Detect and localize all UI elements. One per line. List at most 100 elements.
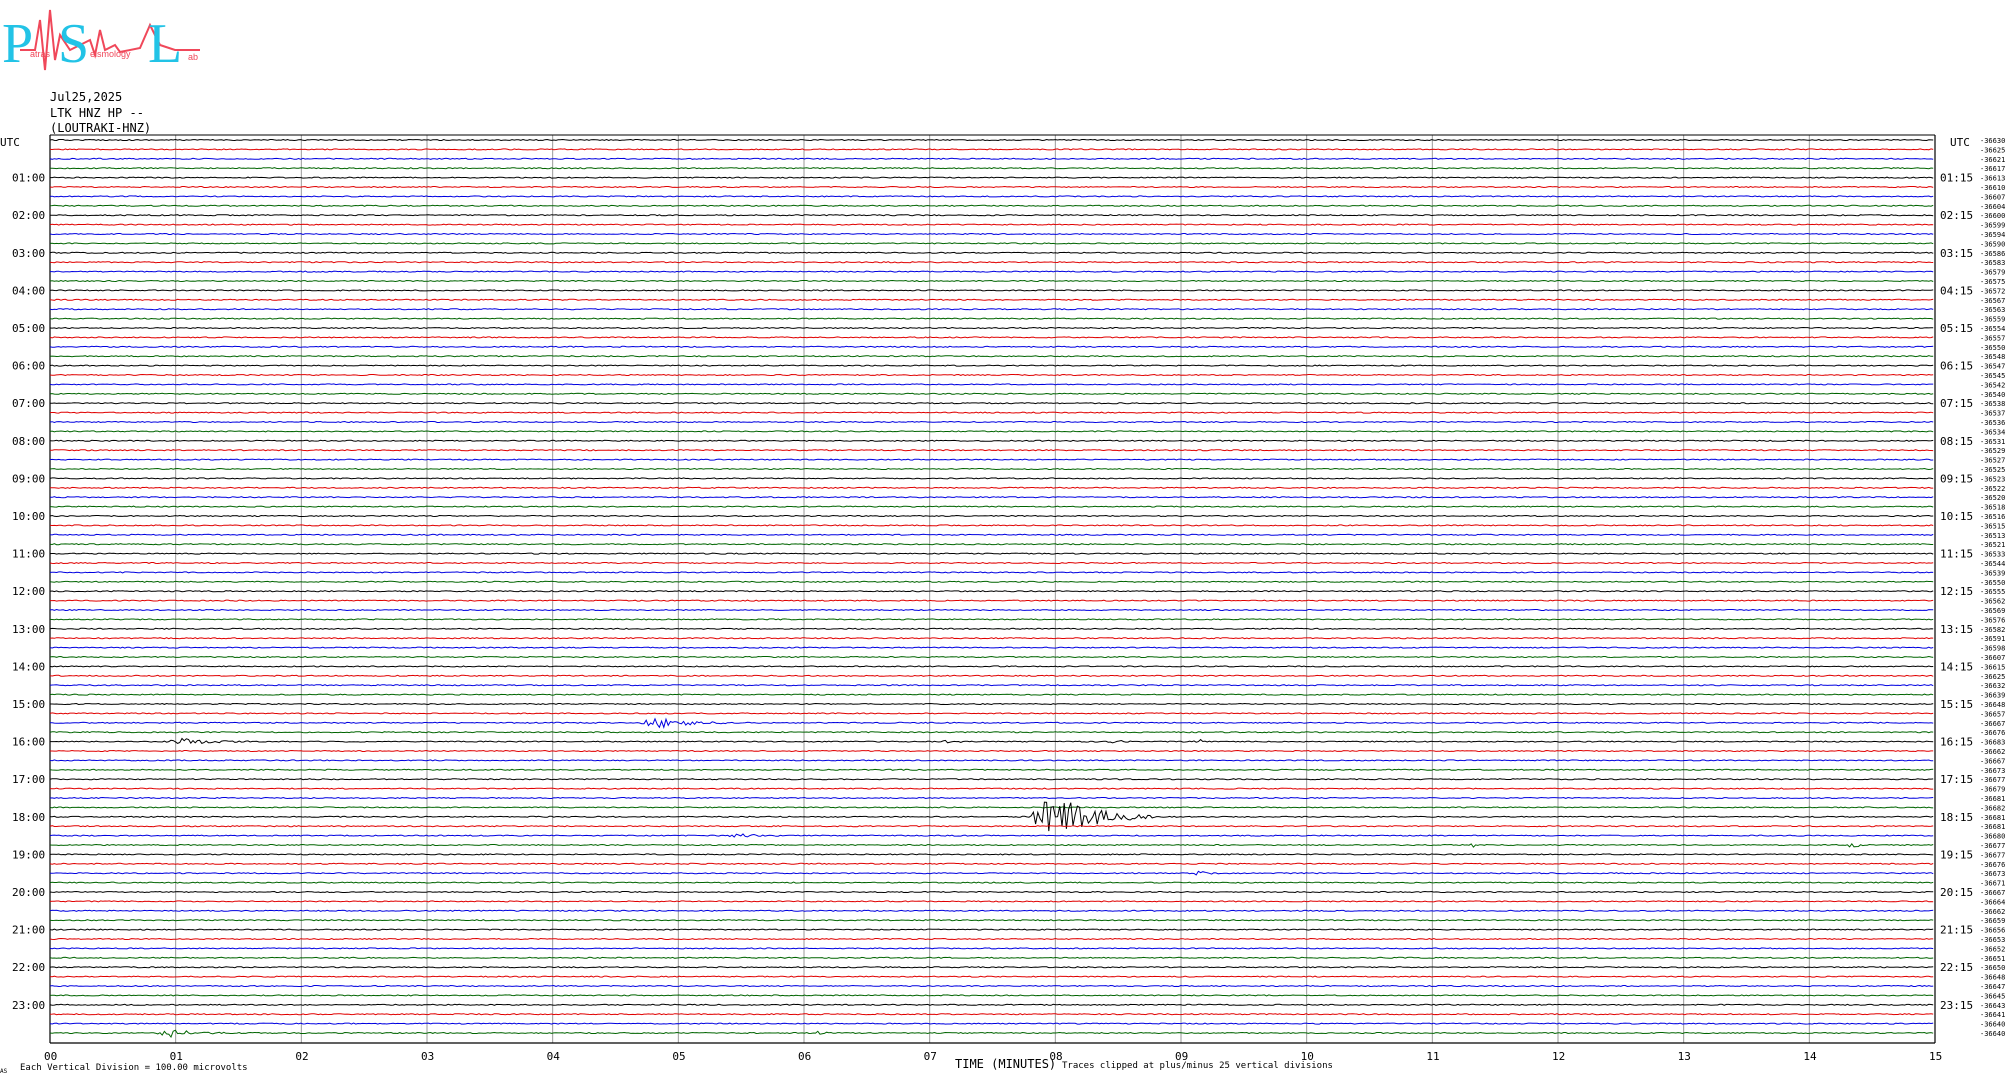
trace-65: [50, 749, 1934, 753]
trace-57: [49, 674, 1934, 677]
trace-42: [49, 533, 1934, 536]
left-hour-label: 04:00: [12, 284, 45, 297]
right-hour-label: 07:15: [1940, 397, 1973, 410]
right-hour-label: 18:15: [1940, 811, 1973, 824]
trace-offset-label: -36594: [1980, 231, 2005, 239]
trace-54: [49, 646, 1934, 649]
trace-19: [49, 317, 1934, 320]
trace-83: [49, 919, 1934, 922]
x-tick-label: 07: [924, 1050, 937, 1063]
trace-offset-label: -36550: [1980, 344, 2005, 352]
trace-12: [49, 251, 1934, 254]
right-hour-label: 21:15: [1940, 924, 1973, 937]
trace-9: [49, 223, 1934, 226]
trace-offset-label: -36667: [1980, 889, 2005, 897]
right-hour-label: 22:15: [1940, 961, 1973, 974]
trace-32: [49, 439, 1934, 442]
trace-offset-label: -36575: [1980, 278, 2005, 286]
trace-4: [50, 176, 1934, 179]
left-hour-label: 12:00: [12, 585, 45, 598]
trace-91: [49, 994, 1934, 997]
trace-offset-label: -36548: [1980, 353, 2005, 361]
trace-61: [49, 712, 1934, 715]
trace-50: [49, 608, 1934, 612]
right-hour-label: 01:15: [1940, 172, 1973, 185]
trace-offset-label: -36662: [1980, 908, 2005, 916]
trace-88: [49, 966, 1934, 969]
trace-offset-label: -36582: [1980, 626, 2005, 634]
trace-offset-label: -36591: [1980, 635, 2005, 643]
x-tick-label: 11: [1426, 1050, 1439, 1063]
trace-1: [49, 148, 1934, 151]
x-axis-title: TIME (MINUTES): [955, 1057, 1056, 1071]
trace-offset-label: -36625: [1980, 673, 2005, 681]
trace-offset-label: -36615: [1980, 663, 2005, 671]
trace-offset-label: -36576: [1980, 616, 2005, 624]
right-hour-label: 10:15: [1940, 510, 1973, 523]
trace-offset-label: -36598: [1980, 645, 2005, 653]
trace-76: [49, 853, 1934, 856]
trace-23: [49, 355, 1934, 358]
trace-37: [49, 486, 1934, 489]
right-hour-label: 23:15: [1940, 999, 1973, 1012]
trace-offset-label: -36544: [1980, 560, 2005, 568]
trace-6: [49, 195, 1934, 198]
trace-offset-label: -36680: [1980, 833, 2005, 841]
helicorder-plot: UTC UTC 01:00 02:00 03:00 04:00 05:00 06:00 07:0…: [0, 134, 2005, 1075]
left-hour-label: 07:00: [12, 397, 45, 410]
trace-offset-label: -36534: [1980, 428, 2005, 436]
left-hour-label: 10:00: [12, 510, 45, 523]
right-hour-label: 04:15: [1940, 284, 1973, 297]
trace-offset-label: -36583: [1980, 259, 2005, 267]
trace-59: [49, 693, 1934, 696]
left-hour-label: 16:00: [12, 736, 45, 749]
trace-51: [49, 618, 1934, 621]
right-hour-label: 20:15: [1940, 886, 1973, 899]
trace-offset-label: -36513: [1980, 532, 2005, 540]
trace-60: [50, 702, 1934, 706]
trace-58: [49, 684, 1934, 687]
trace-66: [49, 759, 1934, 762]
trace-offset-label: -36590: [1980, 240, 2005, 248]
trace-offset-label: -36515: [1980, 522, 2005, 530]
trace-95: [49, 1029, 1934, 1039]
right-hour-label: 15:15: [1940, 698, 1973, 711]
footer-note-right: Traces clipped at plus/minus 25 vertical…: [1062, 1061, 1333, 1071]
trace-offset-label: -36651: [1980, 955, 2005, 963]
trace-85: [49, 937, 1934, 941]
trace-92: [49, 1003, 1934, 1006]
trace-offset-label: -36677: [1980, 842, 2005, 850]
left-hour-label: 15:00: [12, 698, 45, 711]
trace-offset-label: -36567: [1980, 297, 2005, 305]
trace-73: [49, 825, 1934, 828]
left-hour-label: 20:00: [12, 886, 45, 899]
trace-offset-label: -36673: [1980, 870, 2005, 878]
right-axis-title: UTC: [1950, 136, 1970, 149]
trace-79: [49, 881, 1934, 884]
trace-offset-label: -36648: [1980, 701, 2005, 709]
trace-offset-label: -36604: [1980, 203, 2005, 211]
trace-offset-label: -36621: [1980, 156, 2005, 164]
left-hour-label: 13:00: [12, 623, 45, 636]
trace-13: [49, 261, 1934, 264]
trace-39: [49, 505, 1934, 508]
trace-8: [49, 214, 1934, 217]
trace-offset-label: -36657: [1980, 710, 2005, 718]
trace-offset-label: -36610: [1980, 184, 2005, 192]
trace-offset-label: -36545: [1980, 372, 2005, 380]
left-hour-label: 21:00: [12, 924, 45, 937]
trace-offset-label: -36673: [1980, 767, 2005, 775]
trace-35: [49, 467, 1934, 471]
right-hour-label: 02:15: [1940, 209, 1973, 222]
trace-offset-label: -36554: [1980, 325, 2005, 333]
x-tick-label: 12: [1552, 1050, 1565, 1063]
left-hour-label: 11:00: [12, 548, 45, 561]
trace-31: [49, 430, 1934, 433]
left-hour-label: 14:00: [12, 660, 45, 673]
trace-offset-label: -36550: [1980, 579, 2005, 587]
trace-offset-label: -36599: [1980, 222, 2005, 230]
trace-63: [49, 731, 1934, 734]
trace-offset-label: -36540: [1980, 391, 2005, 399]
trace-offset-label: -36536: [1980, 419, 2005, 427]
trace-offset-label: -36563: [1980, 306, 2005, 314]
